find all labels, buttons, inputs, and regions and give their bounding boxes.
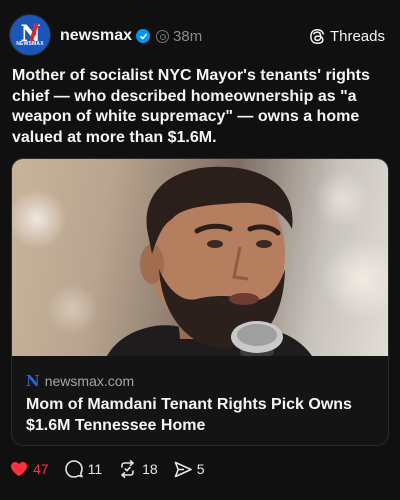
- source-domain: newsmax.com: [44, 373, 135, 389]
- repost-button[interactable]: 18: [118, 460, 158, 478]
- author-row: newsmax 38m: [60, 26, 202, 46]
- avatar[interactable]: N NEWSMAX: [9, 14, 51, 56]
- action-bar: 47 11 18 5: [10, 458, 221, 480]
- reply-count: 11: [87, 461, 103, 477]
- link-card[interactable]: N newsmax.com Mom of Mamdani Tenant Righ…: [11, 158, 389, 446]
- post-text: Mother of socialist NYC Mayor's tenants'…: [12, 67, 370, 146]
- post-time: 38m: [173, 27, 203, 45]
- portrait-illustration: [12, 166, 388, 356]
- link-card-headline[interactable]: Mom of Mamdani Tenant Rights Pick Owns $…: [26, 394, 381, 436]
- post-header: N NEWSMAX newsmax 38m Threads: [0, 0, 400, 62]
- threads-logo-icon: [310, 28, 325, 44]
- reply-button[interactable]: 11: [64, 460, 103, 478]
- share-icon: [174, 461, 192, 477]
- meta-icon: [156, 29, 170, 43]
- threads-link[interactable]: Threads: [309, 26, 385, 46]
- link-card-image: [12, 159, 388, 356]
- repost-icon: [121, 460, 134, 478]
- verified-badge-icon: [136, 29, 151, 43]
- like-button[interactable]: 47: [10, 461, 49, 477]
- share-count: 5: [196, 461, 205, 477]
- link-source: N newsmax.com: [26, 372, 134, 390]
- avatar-logo-label: NEWSMAX: [16, 41, 44, 47]
- source-logo: N: [26, 372, 40, 390]
- repost-count: 18: [142, 461, 158, 477]
- share-button[interactable]: 5: [174, 461, 205, 478]
- reply-icon: [64, 460, 83, 478]
- threads-label: Threads: [329, 27, 385, 45]
- link-card-footer: N newsmax.com Mom of Mamdani Tenant Righ…: [12, 356, 388, 445]
- like-count: 47: [33, 461, 49, 477]
- heart-icon: [11, 462, 27, 477]
- author-handle[interactable]: newsmax: [60, 27, 132, 45]
